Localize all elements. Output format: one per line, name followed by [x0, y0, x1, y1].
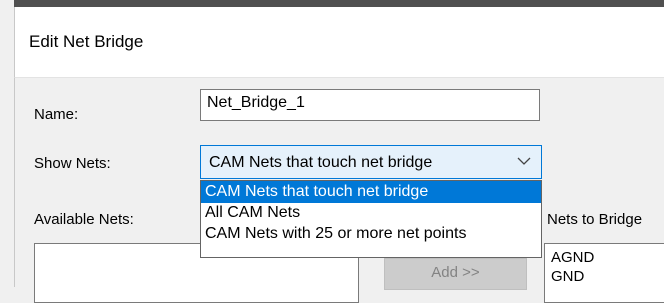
name-label: Name:: [34, 106, 79, 123]
available-nets-label: Available Nets:: [34, 211, 134, 228]
show-nets-option[interactable]: All CAM Nets: [201, 203, 541, 224]
name-input[interactable]: Net_Bridge_1: [200, 89, 540, 121]
nets-to-bridge-label: Nets to Bridge: [547, 211, 643, 228]
list-item[interactable]: AGND: [551, 249, 594, 266]
background-window-edge: [0, 0, 664, 7]
show-nets-option[interactable]: CAM Nets that touch net bridge: [201, 181, 541, 203]
show-nets-dropdown[interactable]: CAM Nets that touch net bridge: [200, 145, 542, 179]
show-nets-selected: CAM Nets that touch net bridge: [209, 154, 433, 171]
show-nets-options-list: CAM Nets that touch net bridge All CAM N…: [200, 180, 542, 258]
chevron-down-icon: [517, 157, 531, 165]
add-button[interactable]: Add >>: [384, 258, 527, 290]
dialog-title: Edit Net Bridge: [29, 32, 144, 51]
dialog-title-bar[interactable]: Edit Net Bridge: [14, 7, 664, 78]
show-nets-option[interactable]: CAM Nets with 25 or more net points: [201, 224, 541, 245]
list-item[interactable]: GND: [551, 268, 584, 285]
show-nets-label: Show Nets:: [34, 155, 111, 172]
name-input-value: Net_Bridge_1: [207, 94, 305, 111]
background-window-gap: [0, 0, 14, 15]
nets-to-bridge-list[interactable]: AGND GND: [544, 243, 664, 303]
